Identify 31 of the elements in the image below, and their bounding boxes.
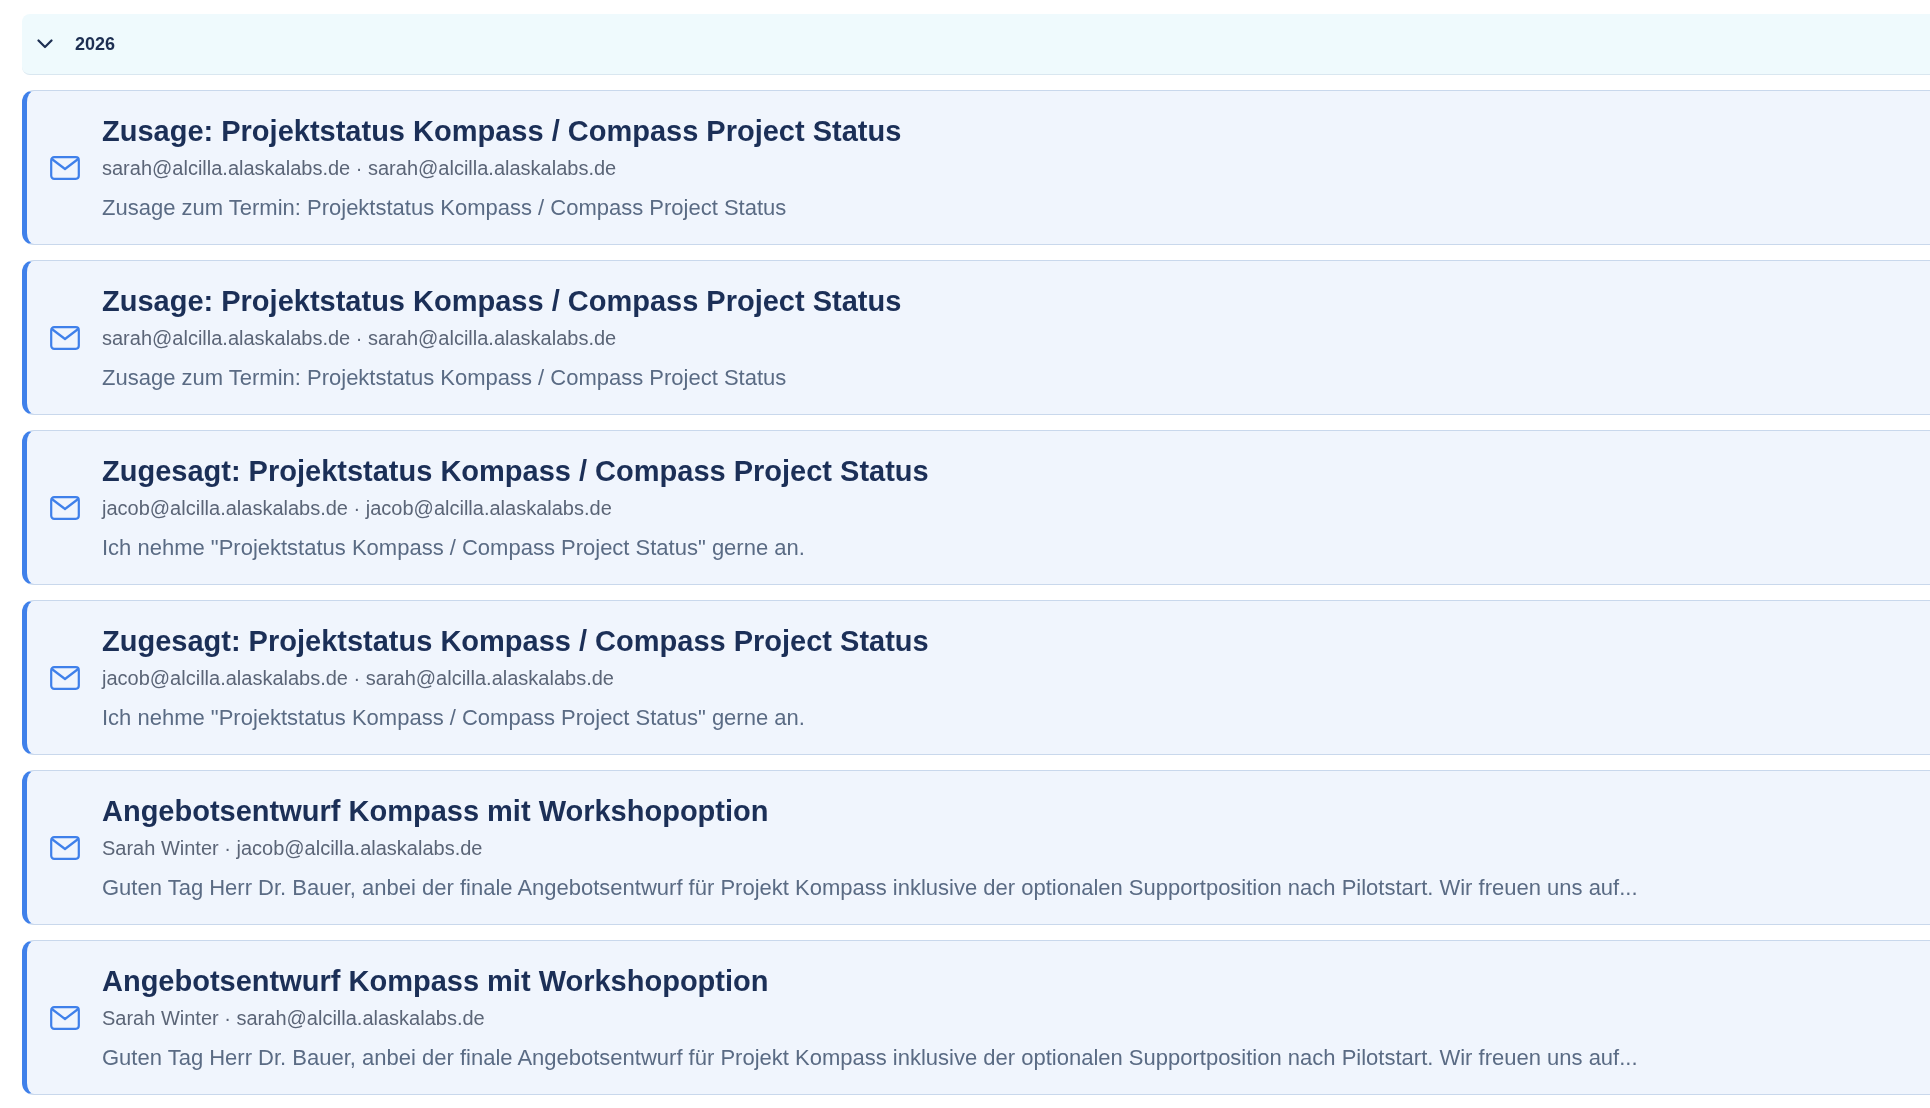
email-subject: Zusage: Projektstatus Kompass / Compass Project Status	[102, 114, 902, 149]
envelope-icon	[50, 835, 80, 860]
envelope-icon	[50, 665, 80, 690]
envelope-icon	[50, 325, 80, 350]
email-card[interactable]	[22, 770, 1930, 925]
envelope-icon	[50, 155, 80, 180]
email-card[interactable]	[22, 940, 1930, 1095]
email-subject: Zugesagt: Projektstatus Kompass / Compass Project Status	[102, 454, 929, 489]
email-subject: Angebotsentwurf Kompass mit Workshopoption	[102, 794, 770, 829]
email-preview: Ich nehme "Projektstatus Kompass / Compass Project Status" gerne an.	[102, 534, 806, 562]
email-preview: Guten Tag Herr Dr. Bauer, anbei der finale Angebotsentwurf für Projekt Kompass inklusive der optionalen Supportposition nach Pilotstart. Wir freuen uns auf...	[102, 1044, 1638, 1072]
year-group-toggle[interactable]: 2026	[22, 14, 1930, 75]
email-preview: Zusage zum Termin: Projektstatus Kompass / Compass Project Status	[102, 194, 788, 222]
email-addresses: Sarah Winter · jacob@alcilla.alaskalabs.de	[102, 836, 484, 861]
email-addresses: jacob@alcilla.alaskalabs.de · jacob@alcilla.alaskalabs.de	[102, 496, 613, 521]
email-subject: Angebotsentwurf Kompass mit Workshopoption	[102, 964, 770, 999]
envelope-icon	[50, 1005, 80, 1030]
email-card[interactable]: Zusage: Projektstatus Kompass / Compass Project Status sarah@alcilla.alaskalabs.de · sarah@alcilla.alaskalabs.de Zusage zum Termin: Projektstatus Kompass / Compass Project Status	[22, 90, 1930, 245]
email-addresses: Sarah Winter · sarah@alcilla.alaskalabs.de	[102, 1006, 486, 1031]
email-addresses: sarah@alcilla.alaskalabs.de · sarah@alcilla.alaskalabs.de	[102, 326, 618, 351]
email-addresses: jacob@alcilla.alaskalabs.de · sarah@alcilla.alaskalabs.de	[102, 666, 615, 691]
email-subject: Zugesagt: Projektstatus Kompass / Compass Project Status	[102, 624, 929, 659]
email-card[interactable]: Zugesagt: Projektstatus Kompass / Compass Project Status jacob@alcilla.alaskalabs.de · sarah@alcilla.alaskalabs.de Ich nehme "Projektstatus Kompass / Compass Project Status" gerne an.	[22, 600, 1930, 755]
email-addresses: sarah@alcilla.alaskalabs.de · sarah@alcilla.alaskalabs.de	[102, 156, 618, 181]
email-preview: Zusage zum Termin: Projektstatus Kompass / Compass Project Status	[102, 364, 788, 392]
email-card[interactable]: Zugesagt: Projektstatus Kompass / Compass Project Status jacob@alcilla.alaskalabs.de · jacob@alcilla.alaskalabs.de Ich nehme "Projektstatus Kompass / Compass Project Status" gerne an.	[22, 430, 1930, 585]
email-preview: Ich nehme "Projektstatus Kompass / Compass Project Status" gerne an.	[102, 704, 806, 732]
envelope-icon	[50, 495, 80, 520]
email-subject: Zusage: Projektstatus Kompass / Compass Project Status	[102, 284, 902, 319]
email-card[interactable]: Zusage: Projektstatus Kompass / Compass Project Status sarah@alcilla.alaskalabs.de · sarah@alcilla.alaskalabs.de Zusage zum Termin: Projektstatus Kompass / Compass Project Status	[22, 260, 1930, 415]
email-preview: Guten Tag Herr Dr. Bauer, anbei der finale Angebotsentwurf für Projekt Kompass inklusive der optionalen Supportposition nach Pilotstart. Wir freuen uns auf...	[102, 874, 1638, 902]
